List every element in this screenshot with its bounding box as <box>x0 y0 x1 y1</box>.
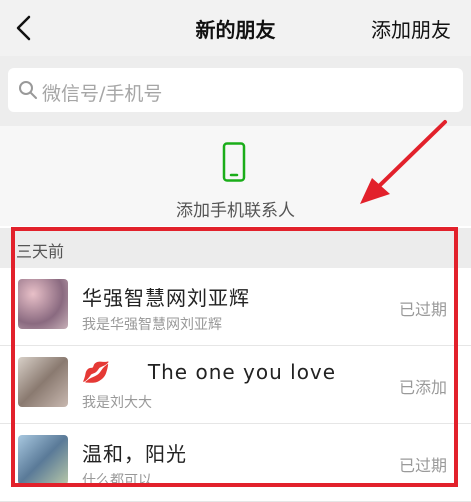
red-arrow-annotation <box>360 120 447 204</box>
search-placeholder: 微信号/手机号 <box>42 83 163 105</box>
mobile-phone-icon <box>222 142 246 182</box>
friend-name: 温和，阳光 <box>82 442 187 466</box>
friend-name: 华强智慧网刘亚辉 <box>82 286 250 310</box>
status-badge: 已添加 <box>398 378 447 397</box>
avatar <box>18 279 68 329</box>
friend-name: 💋 The one you love <box>82 360 336 384</box>
search-icon <box>19 81 37 99</box>
add-friend-button[interactable]: 添加朋友 <box>371 14 451 43</box>
avatar <box>18 357 68 407</box>
friend-message: 我是华强智慧网刘亚辉 <box>82 317 222 333</box>
friend-message: 我是刘大大 <box>82 395 152 411</box>
status-badge: 已过期 <box>398 456 447 475</box>
section-header: 三天前 <box>0 228 471 268</box>
friend-name-text: The one you love <box>147 360 337 384</box>
list-item[interactable]: 💋 The one you love 我是刘大大 已添加 <box>0 346 471 424</box>
status-badge: 已过期 <box>398 300 447 319</box>
friend-message: 什么都可以 <box>82 473 152 489</box>
list-item[interactable]: 华强智慧网刘亚辉 我是华强智慧网刘亚辉 已过期 <box>0 268 471 346</box>
friend-request-list: 华强智慧网刘亚辉 我是华强智慧网刘亚辉 已过期 💋 The one you lov… <box>0 268 471 502</box>
list-item[interactable]: 温和，阳光 什么都可以 已过期 <box>0 424 471 502</box>
lips-icon: 💋 <box>82 360 108 384</box>
search-input[interactable]: 微信号/手机号 <box>8 68 463 112</box>
top-nav-bar: 新的朋友 添加朋友 <box>0 0 471 56</box>
section-label: 三天前 <box>16 242 65 261</box>
avatar <box>18 435 68 485</box>
